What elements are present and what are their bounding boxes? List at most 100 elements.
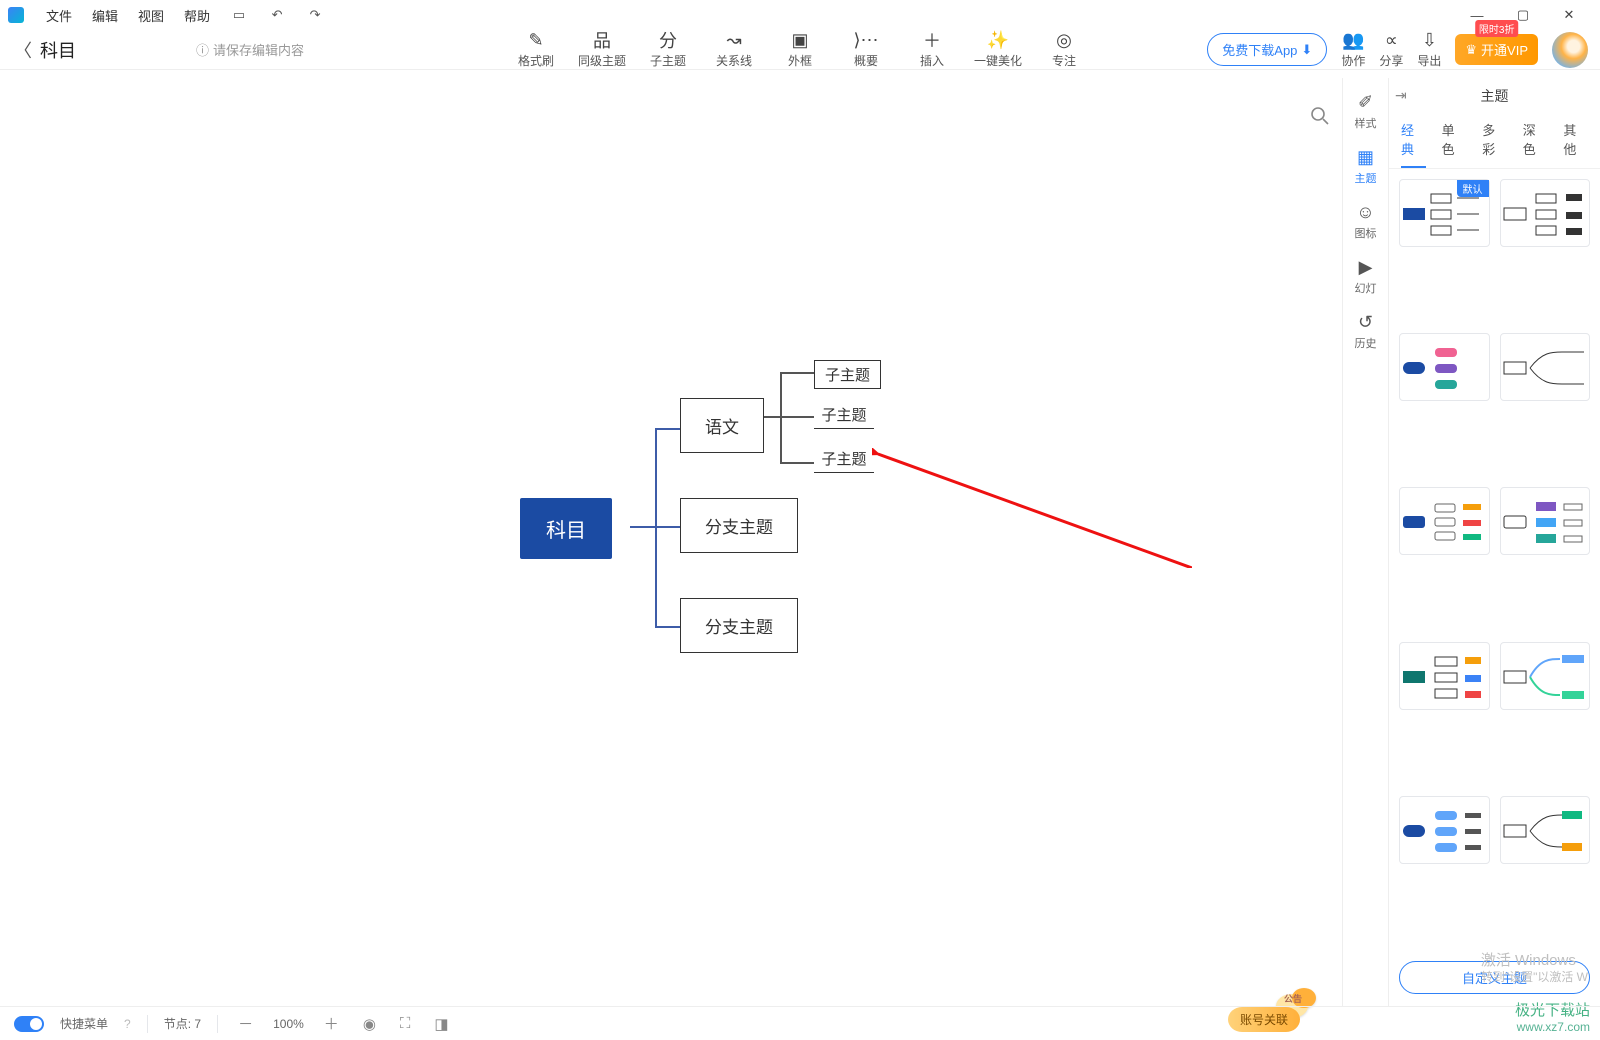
right-titlebar: ⇥ 主题 bbox=[1389, 78, 1600, 114]
theme-grid: 默认 bbox=[1389, 169, 1600, 950]
menu-bar: 文件 编辑 视图 帮助 ▭ ↶ ↷ ― ▢ ✕ bbox=[0, 0, 1600, 30]
theme-thumb[interactable] bbox=[1399, 642, 1490, 710]
theme-thumb[interactable] bbox=[1500, 487, 1591, 555]
mindmap-branch-node[interactable]: 分支主题 bbox=[680, 598, 798, 653]
tool-export[interactable]: ⇩导出 bbox=[1417, 28, 1441, 71]
sub-topic-icon: 分 bbox=[656, 30, 680, 50]
tool-collaborate[interactable]: 👥协作 bbox=[1341, 28, 1365, 71]
back-icon[interactable]: 〈 bbox=[14, 37, 32, 63]
menu-view[interactable]: 视图 bbox=[128, 6, 174, 25]
styletab-mono[interactable]: 单色 bbox=[1442, 120, 1467, 168]
theme-thumb[interactable] bbox=[1399, 796, 1490, 864]
vtab-history[interactable]: ↺历史 bbox=[1343, 304, 1388, 359]
hide-icon[interactable]: ◨ bbox=[430, 1015, 452, 1033]
tool-format-painter[interactable]: ✎格式刷 bbox=[510, 28, 562, 71]
export-icon: ⇩ bbox=[1417, 30, 1441, 50]
vtab-style[interactable]: ✐样式 bbox=[1343, 84, 1388, 139]
mindmap-branch-node[interactable]: 分支主题 bbox=[680, 498, 798, 553]
beautify-icon: ✨ bbox=[986, 30, 1010, 50]
fullscreen-icon[interactable]: ⛶ bbox=[396, 1015, 415, 1032]
default-badge: 默认 bbox=[1457, 180, 1489, 197]
format-painter-icon: ✎ bbox=[524, 30, 548, 50]
tool-beautify[interactable]: ✨一键美化 bbox=[972, 28, 1024, 71]
right-vertical-tabs: ✐样式 ▦主题 ☺图标 ▶幻灯 ↺历史 bbox=[1343, 78, 1389, 1006]
collapse-panel-icon[interactable]: ⇥ bbox=[1395, 87, 1407, 104]
app-logo-icon bbox=[8, 7, 24, 23]
slide-icon: ▶ bbox=[1359, 257, 1373, 278]
tool-sibling-topic[interactable]: 品同级主题 bbox=[576, 28, 628, 71]
tool-boundary[interactable]: ▣外框 bbox=[774, 28, 826, 71]
main-toolbar: ✎格式刷 品同级主题 分子主题 ↝关系线 ▣外框 ⟩⋯概要 ＋插入 ✨一键美化 … bbox=[510, 28, 1090, 71]
zoom-in-button[interactable]: ＋ bbox=[320, 1013, 343, 1034]
close-button[interactable]: ✕ bbox=[1546, 0, 1592, 30]
theme-thumb[interactable] bbox=[1500, 333, 1591, 401]
vip-badge: 限时3折 bbox=[1475, 20, 1519, 37]
styletab-dark[interactable]: 深色 bbox=[1523, 120, 1548, 168]
vtab-slide[interactable]: ▶幻灯 bbox=[1343, 249, 1388, 304]
theme-thumb[interactable] bbox=[1500, 796, 1591, 864]
quickmenu-help-icon[interactable]: ? bbox=[124, 1017, 131, 1031]
zoom-out-button[interactable]: － bbox=[234, 1013, 257, 1034]
tool-share[interactable]: ∝分享 bbox=[1379, 28, 1403, 71]
save-tip-text: 请保存编辑内容 bbox=[213, 40, 304, 59]
mindmap-branch-node[interactable]: 语文 bbox=[680, 398, 764, 453]
windows-activate-watermark: 激活 Windows 转到"设置"以激活 W bbox=[1481, 951, 1588, 986]
mindmap-root-node[interactable]: 科目 bbox=[520, 498, 612, 559]
locate-icon[interactable]: ◉ bbox=[359, 1015, 380, 1033]
save-tip: ⓘ 请保存编辑内容 bbox=[196, 40, 304, 59]
download-icon: ⬇ bbox=[1301, 42, 1312, 58]
sibling-topic-icon: 品 bbox=[590, 30, 614, 50]
style-icon: ✐ bbox=[1358, 92, 1373, 113]
quickmenu-toggle[interactable] bbox=[14, 1016, 44, 1032]
mindmap-sub-node[interactable]: 子主题 bbox=[814, 360, 881, 389]
tool-relationship[interactable]: ↝关系线 bbox=[708, 28, 760, 71]
quickmenu-label: 快捷菜单 bbox=[60, 1015, 108, 1032]
vtab-theme[interactable]: ▦主题 bbox=[1343, 139, 1388, 194]
annotation-arrow-icon bbox=[872, 448, 1192, 568]
document-title: 科目 bbox=[40, 37, 76, 63]
iconlib-icon: ☺ bbox=[1356, 202, 1374, 223]
undo-icon[interactable]: ↶ bbox=[264, 2, 290, 28]
relationship-icon: ↝ bbox=[722, 30, 746, 50]
collaborate-icon: 👥 bbox=[1341, 30, 1365, 50]
style-category-tabs: 经典 单色 多彩 深色 其他 bbox=[1389, 114, 1600, 169]
crown-icon: ♛ bbox=[1465, 42, 1477, 58]
mindmap-sub-node[interactable]: 子主题 bbox=[814, 448, 874, 473]
tool-insert[interactable]: ＋插入 bbox=[906, 28, 958, 71]
summary-icon: ⟩⋯ bbox=[854, 30, 878, 50]
status-bar: 快捷菜单 ? 节点: 7 － 100% ＋ ◉ ⛶ ◨ bbox=[0, 1006, 1600, 1040]
save-icon[interactable]: ▭ bbox=[226, 2, 252, 28]
theme-thumb[interactable]: 默认 bbox=[1399, 179, 1490, 247]
focus-icon: ◎ bbox=[1052, 30, 1076, 50]
insert-icon: ＋ bbox=[920, 30, 944, 50]
styletab-other[interactable]: 其他 bbox=[1563, 120, 1588, 168]
node-count: 节点: 7 bbox=[164, 1015, 201, 1032]
tool-summary[interactable]: ⟩⋯概要 bbox=[840, 28, 892, 71]
menu-file[interactable]: 文件 bbox=[36, 6, 82, 25]
tool-focus[interactable]: ◎专注 bbox=[1038, 28, 1090, 71]
share-icon: ∝ bbox=[1379, 30, 1403, 50]
tool-sub-topic[interactable]: 分子主题 bbox=[642, 28, 694, 71]
download-app-label: 免费下载App bbox=[1222, 40, 1297, 59]
boundary-icon: ▣ bbox=[788, 30, 812, 50]
redo-icon[interactable]: ↷ bbox=[302, 2, 328, 28]
vtab-icon[interactable]: ☺图标 bbox=[1343, 194, 1388, 249]
right-body: ⇥ 主题 经典 单色 多彩 深色 其他 默认 自定义主题 bbox=[1389, 78, 1600, 1006]
mindmap-sub-node[interactable]: 子主题 bbox=[814, 404, 874, 429]
menu-edit[interactable]: 编辑 bbox=[82, 6, 128, 25]
canvas-search-icon[interactable] bbox=[1310, 106, 1330, 129]
header-right-cluster: 免费下载App ⬇ 👥协作 ∝分享 ⇩导出 限时3折 ♛开通VIP bbox=[1207, 28, 1588, 71]
user-avatar[interactable] bbox=[1552, 32, 1588, 68]
theme-thumb[interactable] bbox=[1399, 487, 1490, 555]
menu-help[interactable]: 帮助 bbox=[174, 6, 220, 25]
download-app-button[interactable]: 免费下载App ⬇ bbox=[1207, 33, 1327, 66]
canvas[interactable]: 科目 语文 分支主题 分支主题 子主题 子主题 子主题 bbox=[0, 78, 1340, 1006]
vip-button[interactable]: 限时3折 ♛开通VIP bbox=[1455, 34, 1538, 65]
right-title: 主题 bbox=[1481, 86, 1509, 106]
svg-text:公告: 公告 bbox=[1284, 993, 1302, 1004]
theme-thumb[interactable] bbox=[1399, 333, 1490, 401]
theme-thumb[interactable] bbox=[1500, 642, 1591, 710]
theme-thumb[interactable] bbox=[1500, 179, 1591, 247]
styletab-classic[interactable]: 经典 bbox=[1401, 120, 1426, 168]
styletab-colorful[interactable]: 多彩 bbox=[1482, 120, 1507, 168]
